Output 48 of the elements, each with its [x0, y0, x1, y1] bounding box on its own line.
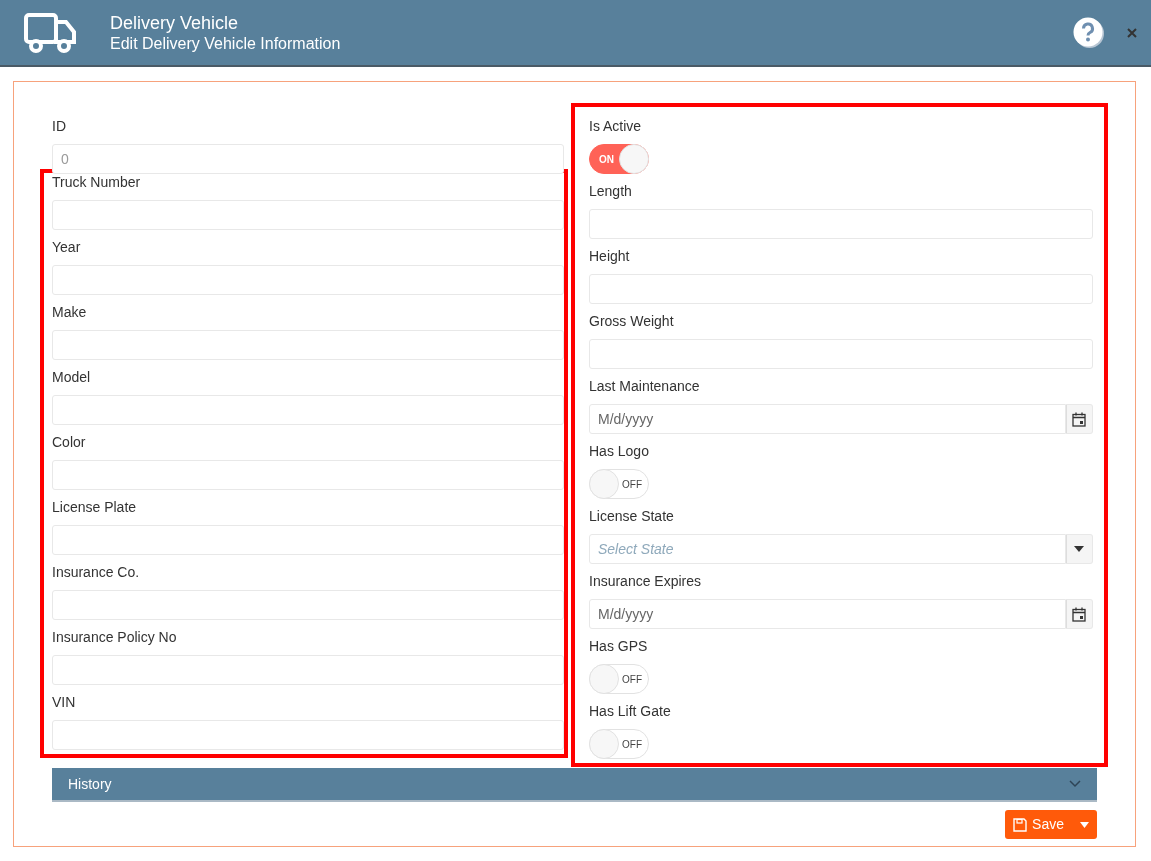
- save-icon: [1013, 817, 1028, 832]
- text-field[interactable]: [52, 265, 564, 295]
- field-label: Has Logo: [589, 442, 650, 460]
- close-icon[interactable]: [1127, 27, 1137, 38]
- calendar-icon[interactable]: [1072, 606, 1087, 622]
- text-field[interactable]: [52, 330, 564, 360]
- field-label: Has GPS: [589, 637, 649, 655]
- text-field[interactable]: [52, 200, 564, 230]
- date-field[interactable]: M/d/yyyy: [589, 599, 1066, 629]
- field-label: Height: [589, 247, 631, 265]
- text-field[interactable]: [52, 655, 564, 685]
- save-button[interactable]: Save: [1005, 810, 1097, 839]
- text-field[interactable]: [52, 720, 564, 750]
- field-label: Color: [52, 433, 87, 451]
- toggle-switch[interactable]: OFF: [589, 664, 649, 694]
- toggle-switch[interactable]: OFF: [589, 729, 649, 759]
- date-field[interactable]: M/d/yyyy: [589, 404, 1066, 434]
- field-label: Insurance Policy No: [52, 628, 178, 646]
- field-label: VIN: [52, 693, 77, 711]
- field-label: Truck Number: [52, 173, 142, 191]
- text-field[interactable]: [52, 525, 564, 555]
- field-label: Model: [52, 368, 92, 386]
- field-label: Has Lift Gate: [589, 702, 672, 720]
- field-label: Length: [589, 182, 633, 200]
- history-section-header[interactable]: History: [52, 768, 1097, 802]
- window-subtitle: Edit Delivery Vehicle Information: [110, 33, 341, 54]
- text-field[interactable]: [52, 460, 564, 490]
- caret-down-icon[interactable]: [1074, 546, 1085, 552]
- field-label: Make: [52, 303, 88, 321]
- field-label: Insurance Co.: [52, 563, 141, 581]
- toggle-switch[interactable]: ON: [589, 144, 649, 174]
- window-title: Delivery Vehicle: [110, 11, 240, 34]
- help-icon[interactable]: [1073, 16, 1105, 49]
- text-field[interactable]: [52, 590, 564, 620]
- field-label: Last Maintenance: [589, 377, 701, 395]
- field-label: ID: [52, 117, 67, 135]
- text-field[interactable]: [52, 395, 564, 425]
- field-label: Is Active: [589, 117, 643, 135]
- field-label: Year: [52, 238, 82, 256]
- field-label: License State: [589, 507, 675, 525]
- field-label: License Plate: [52, 498, 138, 516]
- toggle-switch[interactable]: OFF: [589, 469, 649, 499]
- history-label: History: [68, 774, 112, 794]
- truck-icon: [24, 11, 78, 54]
- select-field[interactable]: Select State: [589, 534, 1066, 564]
- calendar-icon[interactable]: [1072, 411, 1087, 427]
- field-label: Gross Weight: [589, 312, 675, 330]
- field-label: Insurance Expires: [589, 572, 703, 590]
